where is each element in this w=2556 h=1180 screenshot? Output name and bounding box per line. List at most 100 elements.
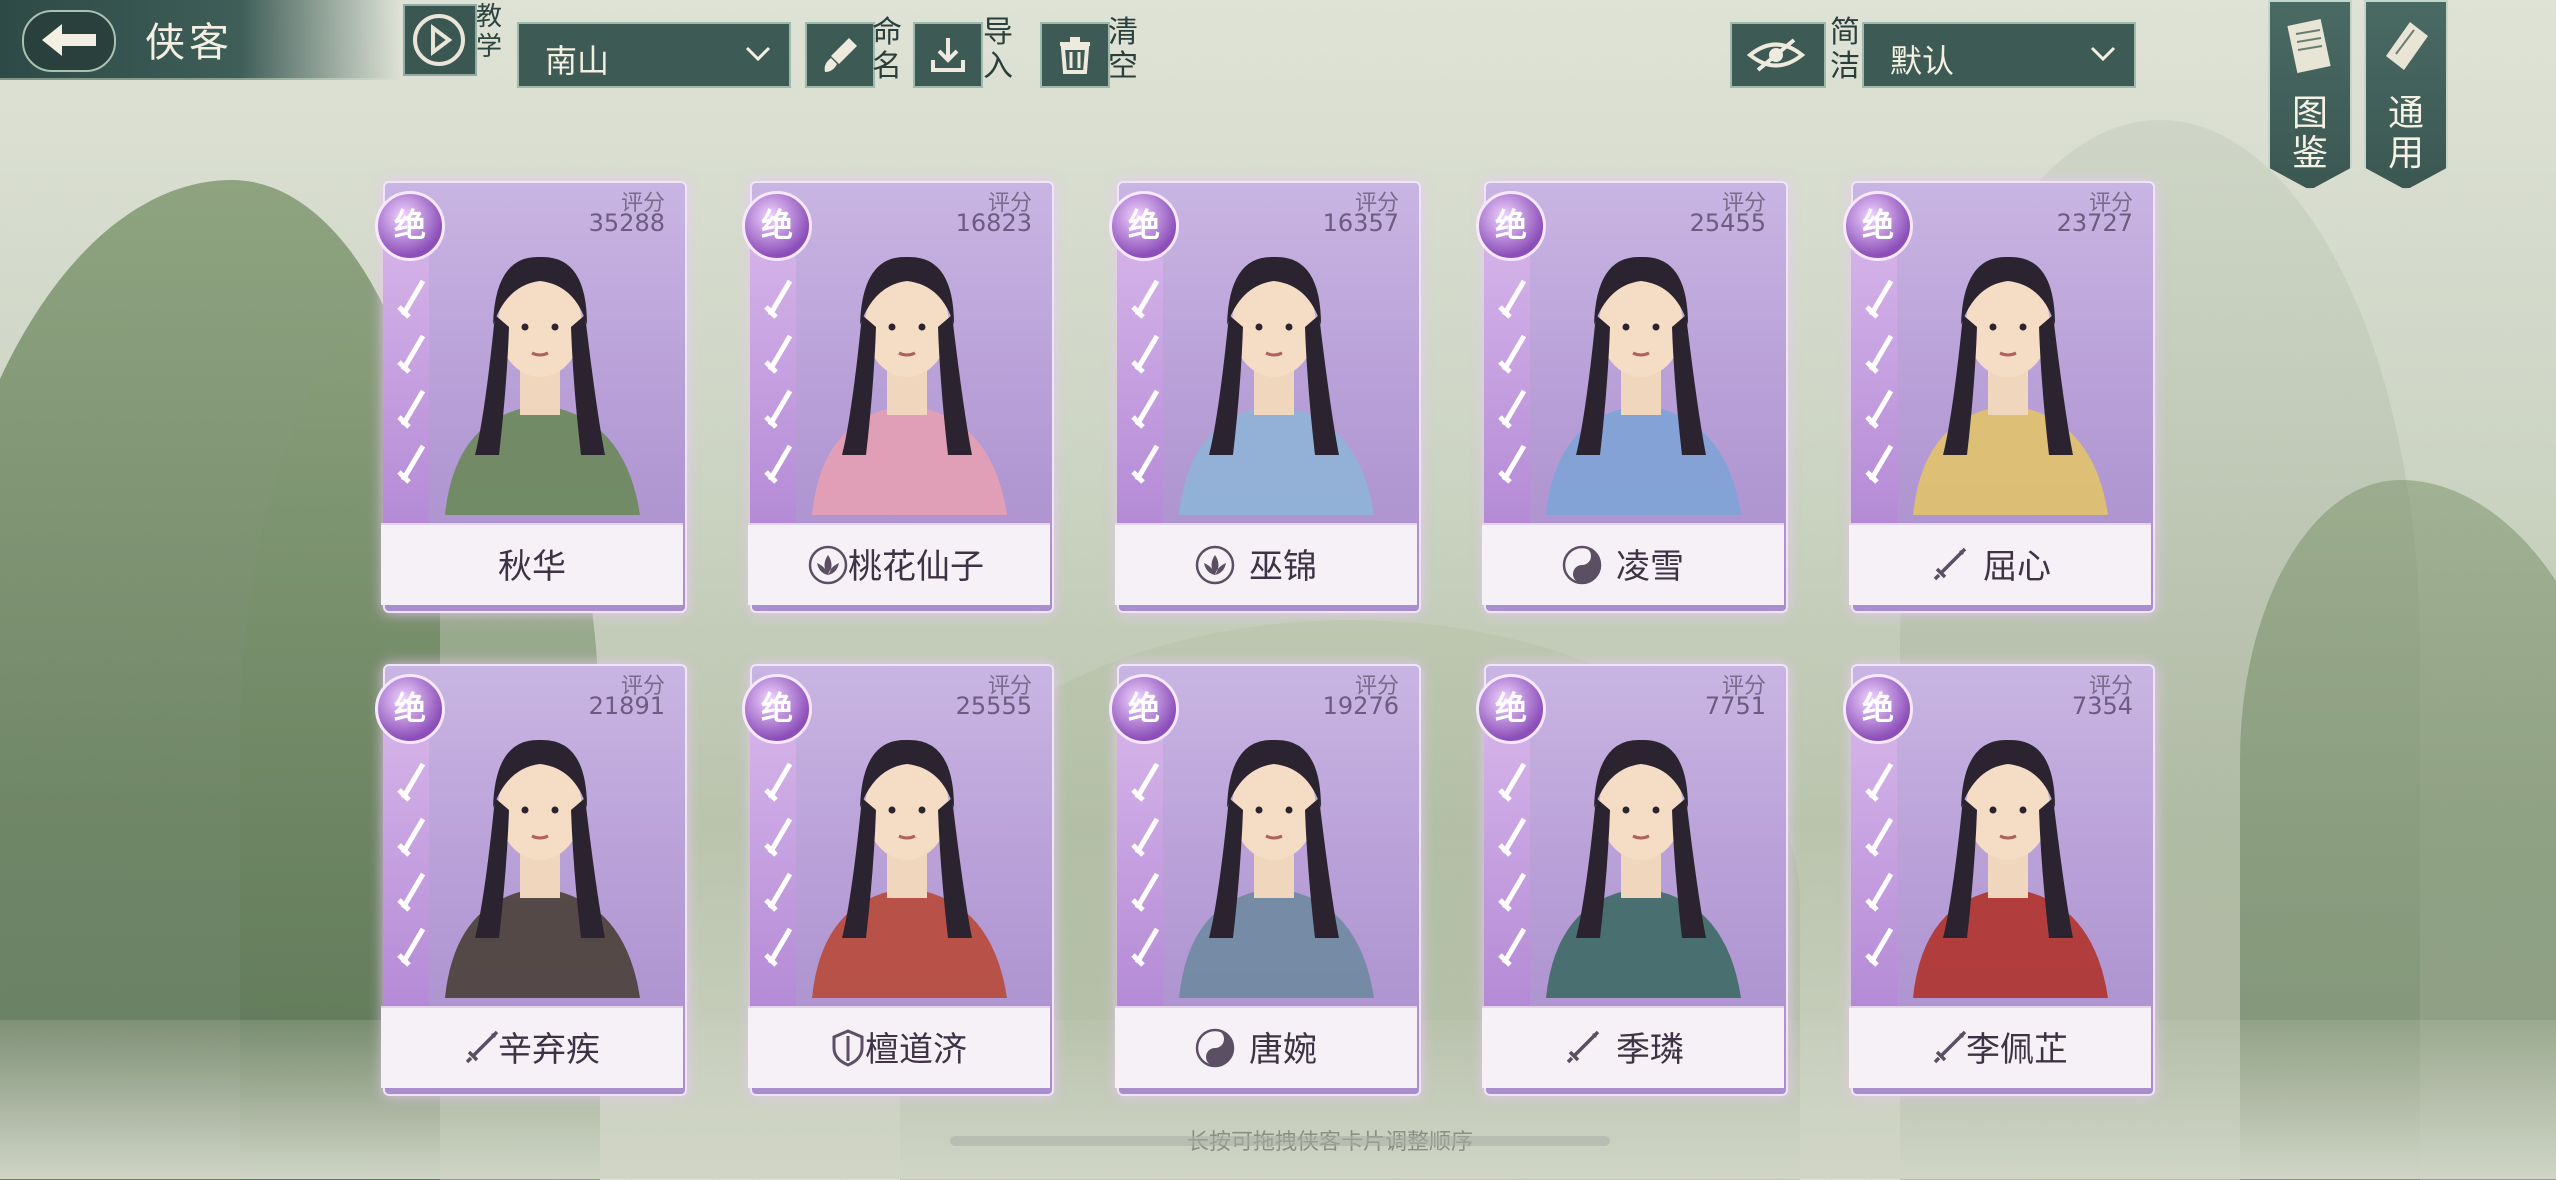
rarity-badge: 绝 [742, 674, 812, 744]
import-label: 导入 [983, 15, 1013, 84]
hero-card[interactable]: 绝评分 16357 巫锦 [1109, 175, 1421, 615]
hero-card[interactable]: 绝评分 25555 檀道济 [742, 658, 1054, 1098]
hero-name: 凌雪 [1616, 547, 1684, 587]
hero-card[interactable]: 绝评分 21891 辛弃疾 [375, 658, 687, 1098]
team-select[interactable]: 南山 [517, 22, 791, 88]
hero-name: 季璘 [1616, 1030, 1684, 1070]
team-select-value: 南山 [545, 42, 610, 80]
rarity-badge: 绝 [375, 191, 445, 261]
hero-card[interactable]: 绝评分 25455 凌雪 [1476, 175, 1788, 615]
trash-icon [1060, 37, 1090, 74]
hero-card[interactable]: 绝评分 23727 屈心 [1843, 175, 2155, 615]
rank-swords-icon [1865, 279, 1894, 484]
simple-mode-button[interactable] [1730, 22, 1826, 88]
hero-portrait [1179, 739, 1374, 998]
hero-name: 屈心 [1983, 547, 2051, 587]
horizontal-scrollbar[interactable] [950, 1136, 1610, 1146]
rank-swords-icon [764, 279, 793, 484]
card-name-bar: 季璘 [1482, 1006, 1784, 1088]
play-icon [413, 14, 465, 66]
hero-portrait [445, 256, 640, 515]
hero-card[interactable]: 绝评分 7354 李佩芷 [1843, 658, 2155, 1098]
rarity-badge: 绝 [742, 191, 812, 261]
sort-select-value: 默认 [1890, 42, 1955, 80]
brush-icon [824, 38, 857, 72]
card-name-bar: 巫锦 [1115, 523, 1417, 605]
card-name-bar: 李佩芷 [1849, 1006, 2151, 1088]
general-label: 通用 [2387, 93, 2424, 174]
clear-button[interactable] [1040, 22, 1110, 88]
hero-card[interactable]: 绝评分 35288 秋华 [375, 175, 687, 615]
hero-score: 7354 [2071, 692, 2133, 720]
rarity-badge: 绝 [1109, 674, 1179, 744]
hero-score: 25455 [1689, 209, 1766, 237]
hero-card[interactable]: 绝评分 16823 桃花仙子 [742, 175, 1054, 615]
hero-name: 桃花仙子 [848, 547, 984, 587]
hero-score: 21891 [588, 692, 665, 720]
rank-swords-icon [764, 762, 793, 967]
codex-label: 图鉴 [2291, 93, 2328, 174]
chevron-down-icon [745, 46, 771, 62]
codex-button[interactable]: 图鉴 [2268, 0, 2352, 190]
tutorial-button[interactable] [403, 4, 477, 76]
rarity-badge: 绝 [1476, 674, 1546, 744]
hero-portrait [445, 739, 640, 998]
book-icon [2287, 18, 2331, 74]
rank-swords-icon [1865, 762, 1894, 967]
hero-score: 16357 [1322, 209, 1399, 237]
rank-swords-icon [1498, 279, 1527, 484]
rarity-badge: 绝 [1843, 191, 1913, 261]
hero-score: 25555 [955, 692, 1032, 720]
hero-name: 唐婉 [1249, 1030, 1317, 1070]
page-title: 侠客 [145, 20, 233, 66]
hero-portrait [812, 739, 1007, 998]
card-name-bar: 辛弃疾 [381, 1006, 683, 1088]
general-button[interactable]: 通用 [2364, 0, 2448, 190]
hero-name: 李佩芷 [1966, 1030, 2068, 1070]
hero-name: 檀道济 [865, 1030, 967, 1070]
back-button[interactable] [22, 10, 116, 72]
hero-portrait [1913, 739, 2108, 998]
rarity-badge: 绝 [1476, 191, 1546, 261]
hero-score: 7751 [1704, 692, 1766, 720]
card-name-bar: 唐婉 [1115, 1006, 1417, 1088]
sort-select[interactable]: 默认 [1862, 22, 2136, 88]
eye-slash-icon [1746, 38, 1806, 72]
rank-swords-icon [1131, 279, 1160, 484]
rank-swords-icon [1131, 762, 1160, 967]
download-icon [931, 38, 965, 72]
rank-swords-icon [397, 762, 426, 967]
hero-portrait [1913, 256, 2108, 515]
card-name-bar: 桃花仙子 [748, 523, 1050, 605]
chevron-down-icon [2090, 46, 2116, 62]
hero-score: 19276 [1322, 692, 1399, 720]
hero-score: 23727 [2056, 209, 2133, 237]
rarity-badge: 绝 [1109, 191, 1179, 261]
scroll-icon [2386, 22, 2428, 70]
rarity-badge: 绝 [1843, 674, 1913, 744]
hero-name: 巫锦 [1249, 547, 1317, 587]
rename-button[interactable] [805, 22, 875, 88]
hero-name: 辛弃疾 [498, 1030, 600, 1070]
hero-score: 16823 [955, 209, 1032, 237]
card-name-bar: 檀道济 [748, 1006, 1050, 1088]
card-name-bar: 屈心 [1849, 523, 2151, 605]
rank-swords-icon [397, 279, 426, 484]
clear-label: 清空 [1108, 15, 1138, 84]
hero-name: 秋华 [498, 547, 566, 587]
hero-portrait [1546, 739, 1741, 998]
tutorial-label: 教学 [476, 2, 503, 62]
rarity-badge: 绝 [375, 674, 445, 744]
hero-portrait [1546, 256, 1741, 515]
import-button[interactable] [913, 22, 983, 88]
simple-mode-label: 简洁 [1830, 15, 1860, 84]
hero-portrait [1179, 256, 1374, 515]
rename-label: 命名 [872, 15, 902, 84]
rank-swords-icon [1498, 762, 1527, 967]
hero-card[interactable]: 绝评分 19276 唐婉 [1109, 658, 1421, 1098]
top-bar: 侠客 教学 南山 命名 导入 清空 简洁 默认 图鉴 通用 [0, 0, 2556, 190]
hero-card[interactable]: 绝评分 7751 季璘 [1476, 658, 1788, 1098]
hero-portrait [812, 256, 1007, 515]
header-panel: 侠客 [0, 0, 400, 80]
back-arrow-icon [42, 24, 96, 56]
